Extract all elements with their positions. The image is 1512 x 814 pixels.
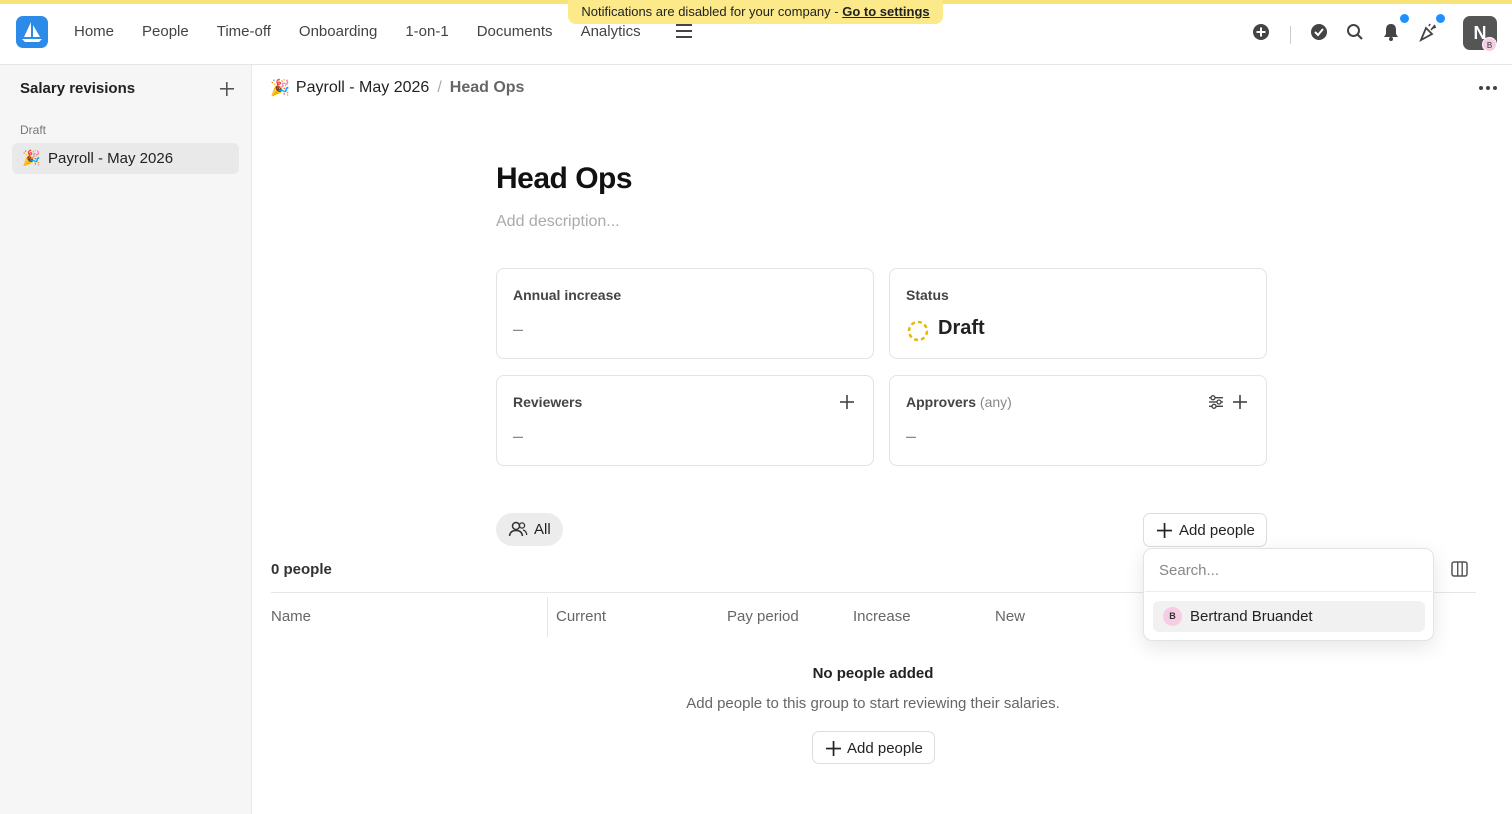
sidebar-title: Salary revisions	[20, 80, 136, 97]
column-header-pay-period[interactable]: Pay period	[727, 608, 799, 625]
add-approver-plus-icon[interactable]	[1232, 394, 1248, 410]
add-people-dropdown: B Bertrand Bruandet	[1143, 548, 1434, 641]
sidebar-item-payroll-may-2026[interactable]: 🎉 Payroll - May 2026	[12, 143, 239, 174]
more-options-icon[interactable]	[1478, 85, 1498, 91]
status-value: Draft	[938, 317, 985, 339]
bell-icon[interactable]	[1381, 22, 1401, 42]
person-avatar: B	[1163, 607, 1182, 626]
reviewers-label: Reviewers	[513, 394, 583, 410]
sidebar: Salary revisions Draft 🎉 Payroll - May 2…	[0, 65, 252, 814]
description-field[interactable]: Add description...	[496, 213, 620, 231]
breadcrumb-parent[interactable]: Payroll - May 2026	[296, 79, 429, 97]
person-name: Bertrand Bruandet	[1190, 608, 1313, 625]
people-search-input[interactable]	[1145, 550, 1432, 592]
nav-onboarding[interactable]: Onboarding	[285, 21, 391, 43]
breadcrumb: 🎉 Payroll - May 2026 / Head Ops	[270, 78, 524, 98]
column-header-increase[interactable]: Increase	[853, 608, 911, 625]
people-group-icon	[508, 521, 528, 537]
people-count: 0 people	[271, 561, 332, 578]
updates-notification-dot	[1436, 14, 1445, 23]
nav-time-off[interactable]: Time-off	[203, 21, 285, 43]
app-logo-icon[interactable]	[16, 16, 48, 48]
reviewers-card: Reviewers –	[496, 375, 874, 466]
status-label: Status	[906, 287, 949, 303]
breadcrumb-separator: /	[437, 79, 442, 96]
nav-home[interactable]: Home	[60, 21, 128, 43]
add-people-label: Add people	[1179, 522, 1255, 539]
approvers-value: –	[906, 426, 917, 446]
company-avatar-badge: B	[1482, 37, 1497, 52]
column-header-name[interactable]: Name	[271, 608, 311, 625]
nav-people[interactable]: People	[128, 21, 203, 43]
approvers-card: Approvers (any) –	[889, 375, 1267, 466]
search-icon[interactable]	[1345, 22, 1365, 42]
column-header-current[interactable]: Current	[556, 608, 606, 625]
annual-increase-label: Annual increase	[513, 287, 622, 303]
empty-state-add-people-button[interactable]: Add people	[812, 731, 935, 764]
approvers-label-row: Approvers (any)	[906, 394, 1012, 410]
name-column-resizer[interactable]	[547, 597, 548, 637]
plus-icon	[826, 741, 841, 756]
nav-1-on-1[interactable]: 1-on-1	[391, 21, 462, 43]
empty-state-title: No people added	[812, 665, 934, 682]
plus-icon	[1157, 523, 1172, 538]
hamburger-menu-icon[interactable]	[676, 24, 692, 38]
approvers-qualifier: (any)	[979, 394, 1012, 410]
add-people-label: Add people	[847, 740, 923, 757]
status-card[interactable]: Status Draft	[889, 268, 1267, 359]
approver-settings-sliders-icon[interactable]	[1208, 394, 1224, 410]
party-emoji-icon: 🎉	[22, 150, 41, 167]
main-nav: Home People Time-off Onboarding 1-on-1 D…	[60, 21, 655, 43]
breadcrumb-current: Head Ops	[449, 79, 525, 96]
annual-increase-card[interactable]: Annual increase –	[496, 268, 874, 359]
sidebar-section-draft: Draft	[20, 123, 47, 137]
annual-increase-value: –	[513, 319, 524, 339]
check-circle-icon[interactable]	[1309, 22, 1329, 42]
add-circle-icon[interactable]	[1251, 22, 1271, 42]
nav-documents[interactable]: Documents	[463, 21, 567, 43]
top-bar: Home People Time-off Onboarding 1-on-1 D…	[0, 4, 1512, 65]
add-reviewer-plus-icon[interactable]	[839, 394, 855, 410]
party-popper-icon[interactable]	[1418, 22, 1438, 42]
column-header-new[interactable]: New	[995, 608, 1025, 625]
filter-all-chip[interactable]: All	[496, 513, 563, 546]
sidebar-item-label: Payroll - May 2026	[48, 150, 174, 167]
columns-toggle-icon[interactable]	[1451, 561, 1468, 577]
reviewers-value: –	[513, 426, 524, 446]
dropdown-option-person[interactable]: B Bertrand Bruandet	[1153, 601, 1425, 632]
page-title: Head Ops	[496, 162, 633, 195]
add-people-button[interactable]: Add people	[1143, 513, 1267, 547]
filter-all-label: All	[534, 521, 551, 538]
add-revision-plus-icon[interactable]	[218, 80, 236, 98]
toolbar-divider	[1290, 26, 1291, 44]
nav-analytics[interactable]: Analytics	[567, 21, 655, 43]
draft-status-icon	[907, 320, 929, 342]
approvers-label: Approvers	[906, 394, 977, 410]
empty-state-subtitle: Add people to this group to start review…	[686, 695, 1060, 712]
breadcrumb-emoji-icon: 🎉	[270, 80, 290, 97]
bell-notification-dot	[1400, 14, 1409, 23]
